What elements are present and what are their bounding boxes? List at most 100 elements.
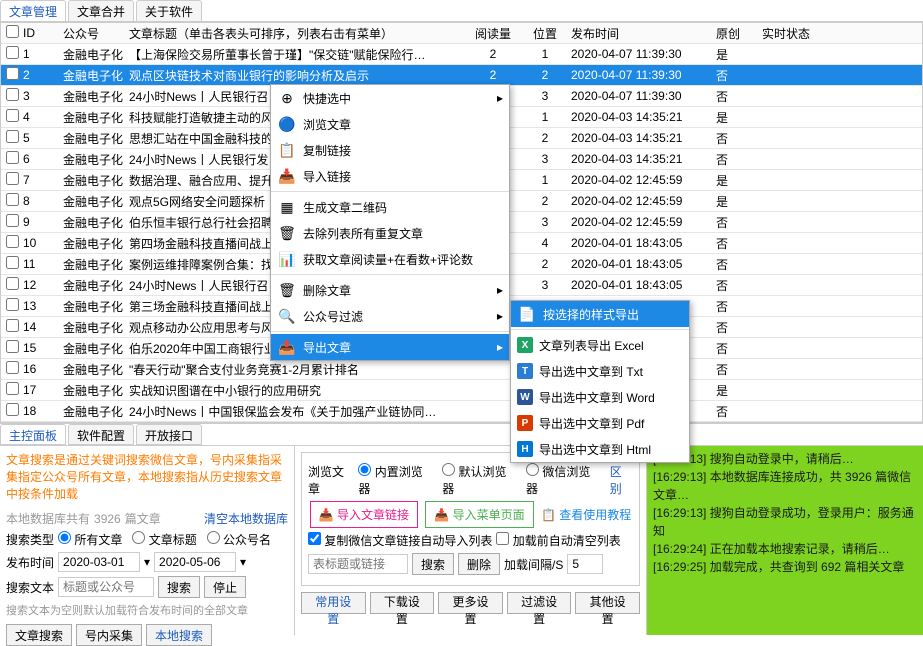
settings-tab-button[interactable]: 常用设置 <box>301 592 366 614</box>
chevron-right-icon: ▸ <box>497 340 503 354</box>
search-input[interactable] <box>58 577 154 597</box>
table-row[interactable]: 18金融电子化24小时News丨中国银保监会发布《关于加强产业链协同…否 <box>1 401 922 422</box>
col-header[interactable]: 公众号 <box>63 25 129 42</box>
top-tab-0[interactable]: 文章管理 <box>0 0 66 21</box>
col-header[interactable]: 位置 <box>519 25 571 42</box>
file-type-icon: 📄 <box>517 304 537 324</box>
row-checkbox[interactable] <box>6 256 19 269</box>
row-checkbox[interactable] <box>6 109 19 122</box>
filter-delete-button[interactable]: 删除 <box>458 553 500 575</box>
search-text-label: 搜索文本 <box>6 579 54 596</box>
row-checkbox[interactable] <box>6 319 19 332</box>
settings-tab-button[interactable]: 过滤设置 <box>507 592 572 614</box>
row-checkbox[interactable] <box>6 277 19 290</box>
left-tab-button[interactable]: 本地搜索 <box>146 624 212 646</box>
grid-header: ID公众号文章标题（单击各表头可排序，列表右击有菜单）阅读量位置发布时间原创实时… <box>1 23 922 44</box>
top-tab-2[interactable]: 关于软件 <box>136 0 202 21</box>
browser-diff-link[interactable]: 区别 <box>610 463 633 497</box>
db-count: 3926 <box>94 512 121 526</box>
table-row[interactable]: 17金融电子化实战知识图谱在中小银行的应用研究是 <box>1 380 922 401</box>
top-tab-1[interactable]: 文章合并 <box>68 0 134 21</box>
col-header[interactable]: 原创 <box>716 25 762 42</box>
db-suffix: 篇文章 <box>125 510 161 527</box>
submenu-item[interactable]: T导出选中文章到 Txt <box>511 358 689 384</box>
menu-icon: 🔵 <box>277 114 297 134</box>
bottom-tab-1[interactable]: 软件配置 <box>68 424 134 445</box>
date-from[interactable] <box>58 552 140 572</box>
row-checkbox[interactable] <box>6 214 19 227</box>
row-checkbox[interactable] <box>6 88 19 101</box>
interval-spinner[interactable] <box>567 554 603 574</box>
menu-item[interactable]: 🗑删除文章▸ <box>271 277 509 303</box>
clear-db-link[interactable]: 清空本地数据库 <box>204 510 288 527</box>
search-button[interactable]: 搜索 <box>158 576 200 598</box>
row-checkbox[interactable] <box>6 340 19 353</box>
submenu-item[interactable]: 📄按选择的样式导出 <box>511 301 689 327</box>
auto-clear-checkbox[interactable]: 加载前自动清空列表 <box>496 532 620 549</box>
menu-item[interactable]: 📥导入链接 <box>271 163 509 189</box>
row-checkbox[interactable] <box>6 172 19 185</box>
submenu-item[interactable]: H导出选中文章到 Html <box>511 436 689 462</box>
submenu-item[interactable]: P导出选中文章到 Pdf <box>511 410 689 436</box>
col-header[interactable]: 阅读量 <box>467 25 519 42</box>
row-checkbox[interactable] <box>6 298 19 311</box>
submenu-item[interactable]: W导出选中文章到 Word <box>511 384 689 410</box>
row-checkbox[interactable] <box>6 361 19 374</box>
filter-input[interactable] <box>308 554 408 574</box>
col-header[interactable]: ID <box>23 26 63 40</box>
stop-button[interactable]: 停止 <box>204 576 246 598</box>
import-links-button[interactable]: 📥 导入文章链接 <box>310 501 418 528</box>
log-pane: [16:29:13] 搜狗自动登录中，请稍后…[16:29:13] 本地数据库连… <box>647 446 923 635</box>
import-menu-button[interactable]: 📥 导入菜单页面 <box>425 501 533 528</box>
row-checkbox[interactable] <box>6 151 19 164</box>
export-submenu: 📄按选择的样式导出 X文章列表导出 ExcelT导出选中文章到 TxtW导出选中文… <box>510 300 690 463</box>
row-checkbox[interactable] <box>6 235 19 248</box>
col-header[interactable]: 实时状态 <box>762 25 882 42</box>
log-line: [16:29:13] 本地数据库连接成功，共 3926 篇微信文章… <box>653 468 917 504</box>
row-checkbox[interactable] <box>6 67 19 80</box>
row-checkbox[interactable] <box>6 193 19 206</box>
row-checkbox[interactable] <box>6 403 19 416</box>
browser-radio[interactable]: 默认浏览器 <box>442 463 516 497</box>
settings-tab-button[interactable]: 其他设置 <box>575 592 640 614</box>
menu-item[interactable]: 🔵浏览文章 <box>271 111 509 137</box>
menu-item[interactable]: 🔍公众号过滤▸ <box>271 303 509 329</box>
table-row[interactable]: 2金融电子化观点区块链技术对商业银行的影响分析及启示222020-04-07 1… <box>1 65 922 86</box>
row-checkbox[interactable] <box>6 46 19 59</box>
search-type-radio[interactable]: 公众号名 <box>207 531 271 548</box>
db-prefix: 本地数据库共有 <box>6 510 90 527</box>
date-to[interactable] <box>154 552 236 572</box>
tutorial-link[interactable]: 📋 查看使用教程 <box>541 506 631 523</box>
left-tab-button[interactable]: 号内采集 <box>76 624 142 646</box>
menu-icon: 🗑 <box>277 280 297 300</box>
mid-pane: 浏览文章 内置浏览器 默认浏览器 微信浏览器区别 📥 导入文章链接 📥 导入菜单… <box>295 446 647 635</box>
menu-item[interactable]: ▦生成文章二维码 <box>271 194 509 220</box>
menu-item[interactable]: ⊕快捷选中▸ <box>271 85 509 111</box>
col-header[interactable]: 发布时间 <box>571 25 716 42</box>
settings-tab-button[interactable]: 更多设置 <box>438 592 503 614</box>
browser-radio[interactable]: 内置浏览器 <box>358 463 432 497</box>
menu-item[interactable]: 📤导出文章▸ <box>271 334 509 360</box>
select-all-checkbox[interactable] <box>6 25 19 38</box>
bottom-tab-2[interactable]: 开放接口 <box>136 424 202 445</box>
hint-text: 文章搜索是通过关键词搜索微信文章，号内采集指采集指定公众号所有文章，本地搜索指从… <box>6 450 288 506</box>
filter-search-button[interactable]: 搜索 <box>412 553 454 575</box>
submenu-item[interactable]: X文章列表导出 Excel <box>511 332 689 358</box>
col-header[interactable]: 文章标题（单击各表头可排序，列表右击有菜单） <box>129 25 467 42</box>
row-checkbox[interactable] <box>6 130 19 143</box>
auto-import-checkbox[interactable]: 复制微信文章链接自动导入列表 <box>308 532 492 549</box>
log-line: [16:29:13] 搜狗自动登录中，请稍后… <box>653 450 917 468</box>
left-tab-button[interactable]: 文章搜索 <box>6 624 72 646</box>
search-type-radio[interactable]: 文章标题 <box>132 531 196 548</box>
table-row[interactable]: 16金融电子化"春天行动"聚合支付业务竞赛1-2月累计排名否 <box>1 359 922 380</box>
left-pane: 文章搜索是通过关键词搜索微信文章，号内采集指采集指定公众号所有文章，本地搜索指从… <box>0 446 295 635</box>
menu-item[interactable]: 🗑去除列表所有重复文章 <box>271 220 509 246</box>
settings-tab-button[interactable]: 下载设置 <box>370 592 435 614</box>
search-type-radio[interactable]: 所有文章 <box>58 531 122 548</box>
menu-item[interactable]: 📊获取文章阅读量+在看数+评论数 <box>271 246 509 272</box>
browser-radio[interactable]: 微信浏览器 <box>526 463 600 497</box>
table-row[interactable]: 1金融电子化【上海保险交易所董事长曾于瑾】"保交链"赋能保险行…212020-0… <box>1 44 922 65</box>
bottom-tab-0[interactable]: 主控面板 <box>0 424 66 445</box>
menu-item[interactable]: 📋复制链接 <box>271 137 509 163</box>
row-checkbox[interactable] <box>6 382 19 395</box>
